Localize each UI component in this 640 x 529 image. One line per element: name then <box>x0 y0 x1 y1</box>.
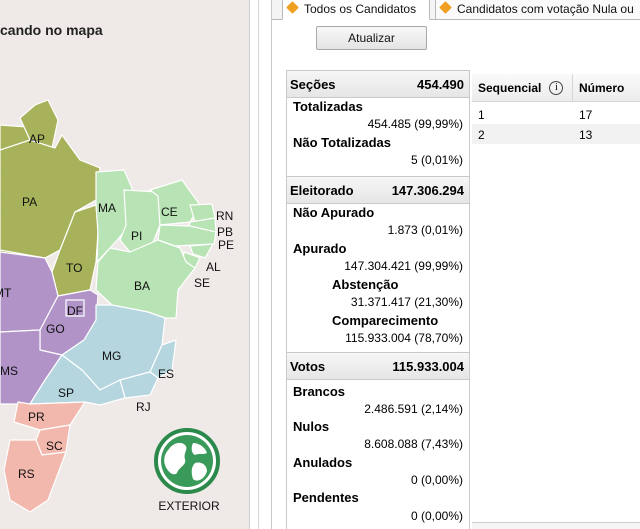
refresh-button[interactable]: Atualizar <box>316 26 427 50</box>
label-ce: CE <box>161 205 178 219</box>
secoes-label: Seções <box>290 76 336 92</box>
votos-label: Votos <box>290 358 326 374</box>
totalizadas-value: 454.485 (99,99%) <box>367 117 463 131</box>
column-header-label: Sequencial <box>478 80 542 95</box>
anulados-value: 0 (0,00%) <box>410 473 463 487</box>
info-icon[interactable]: i <box>549 80 564 95</box>
nulos-label: Nulos <box>293 419 330 434</box>
label-al: AL <box>206 260 221 274</box>
label-pe: PE <box>218 238 234 252</box>
label-rs: RS <box>18 467 35 481</box>
apurado-value: 147.304.421 (99,99%) <box>344 259 463 273</box>
label-ap: AP <box>29 132 45 146</box>
eleitorado-header: Eleitorado 147.306.294 <box>286 176 470 204</box>
eleitorado-body: Não Apurado 1.873 (0,01%) Apurado 147.30… <box>286 204 470 352</box>
label-go: GO <box>46 322 65 336</box>
label-es: ES <box>158 367 174 381</box>
column-header-numero[interactable]: Número <box>573 74 640 102</box>
label-ba: BA <box>134 279 150 293</box>
panel-splitter[interactable] <box>249 0 271 529</box>
label-pi: PI <box>131 229 142 243</box>
horizontal-scrollbar[interactable] <box>472 522 640 529</box>
secoes-body: Totalizadas 454.485 (99,99%) Não Totaliz… <box>286 98 470 176</box>
tab-todos-candidatos[interactable]: Todos os Candidatos <box>282 0 430 20</box>
cell-numero: 13 <box>579 128 593 142</box>
state-pr[interactable] <box>13 401 86 431</box>
label-pb: PB <box>217 225 233 239</box>
cell-sequencial: 2 <box>478 128 485 142</box>
nao-apurado-value: 1.873 (0,01%) <box>387 223 463 237</box>
results-panel: Todos os Candidatos Candidatos com votaç… <box>271 0 640 529</box>
stats-panel: Seções 454.490 Totalizadas 454.485 (99,9… <box>286 70 470 529</box>
label-rn: RN <box>216 209 233 223</box>
comparecimento-label: Comparecimento <box>332 313 439 328</box>
label-mt: MT <box>0 286 12 300</box>
anulados-label: Anulados <box>293 455 353 470</box>
nulos-value: 8.608.088 (7,43%) <box>364 437 463 451</box>
cell-sequencial: 1 <box>478 108 485 122</box>
tab-candidatos-nula[interactable]: Candidatos com votação Nula ou <box>435 0 640 20</box>
eleitorado-value: 147.306.294 <box>391 182 464 198</box>
nao-apurado-label: Não Apurado <box>293 205 375 220</box>
exterior-label[interactable]: EXTERIOR <box>150 499 228 513</box>
label-se: SE <box>194 276 210 290</box>
label-to: TO <box>66 261 82 275</box>
label-df: DF <box>67 304 83 318</box>
map-title: cando no mapa <box>0 22 103 38</box>
votos-header: Votos 115.933.004 <box>286 352 470 380</box>
pendentes-value: 0 (0,00%) <box>410 509 463 523</box>
column-header-label: Número <box>579 80 625 95</box>
apurado-label: Apurado <box>293 241 347 256</box>
totalizadas-label: Totalizadas <box>293 99 363 114</box>
nao-totalizadas-label: Não Totalizadas <box>293 135 392 150</box>
map-panel: AP PA MA CE RN PB PE AL SE PI TO BA DF G… <box>0 0 249 529</box>
column-header-sequencial[interactable]: Sequencial i <box>472 74 573 102</box>
globe-icon[interactable] <box>151 427 223 495</box>
label-pa: PA <box>22 195 37 209</box>
label-rj: RJ <box>136 400 151 414</box>
abstencao-value: 31.371.417 (21,30%) <box>350 295 463 309</box>
brancos-value: 2.486.591 (2,14%) <box>364 402 463 416</box>
secoes-value: 454.490 <box>417 76 464 92</box>
brancos-label: Brancos <box>293 384 346 399</box>
label-ma: MA <box>98 201 116 215</box>
tab-bar: Todos os Candidatos Candidatos com votaç… <box>272 0 640 20</box>
tab-label: Todos os Candidatos <box>304 2 417 16</box>
label-pr: PR <box>28 410 45 424</box>
votos-body: Brancos 2.486.591 (2,14%) Nulos 8.608.08… <box>286 380 470 529</box>
label-sp: SP <box>58 386 74 400</box>
table-row[interactable]: 1 17 <box>472 104 640 124</box>
eleitorado-label: Eleitorado <box>290 182 354 198</box>
cell-numero: 17 <box>579 108 593 122</box>
votos-value: 115.933.004 <box>392 358 464 374</box>
secoes-header: Seções 454.490 <box>286 70 470 98</box>
table-row[interactable]: 2 13 <box>472 124 640 144</box>
abstencao-label: Abstenção <box>332 277 399 292</box>
diamond-icon <box>439 1 452 14</box>
diamond-icon <box>286 1 299 14</box>
label-sc: SC <box>46 439 63 453</box>
label-ms: MS <box>0 364 18 378</box>
nao-totalizadas-value: 5 (0,01%) <box>410 153 463 167</box>
label-mg: MG <box>102 349 121 363</box>
pendentes-label: Pendentes <box>293 490 359 505</box>
comparecimento-value: 115.933.004 (78,70%) <box>345 331 463 345</box>
tab-label: Candidatos com votação Nula ou <box>457 2 634 16</box>
